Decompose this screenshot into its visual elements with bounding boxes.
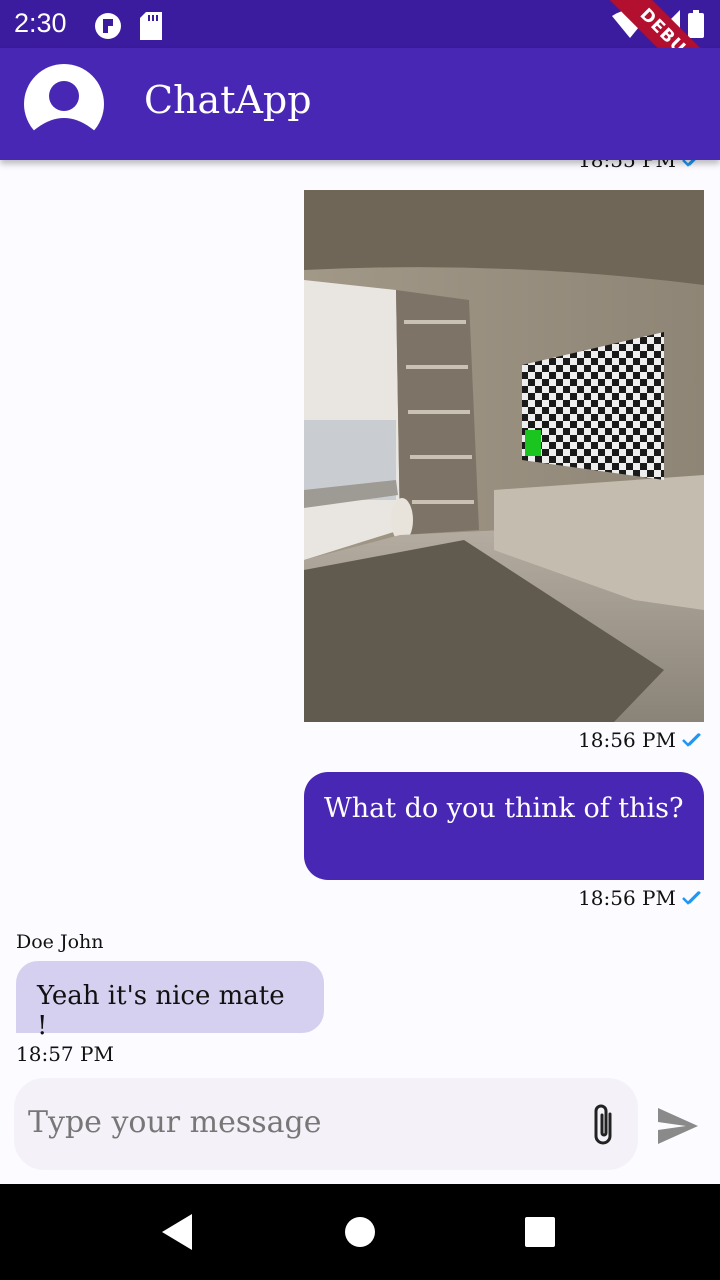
app-title: ChatApp bbox=[144, 78, 312, 122]
double-check-icon bbox=[682, 733, 701, 747]
paperclip-icon bbox=[594, 1104, 612, 1145]
message-time: 18:57 PM bbox=[16, 1042, 114, 1066]
recents-icon bbox=[525, 1217, 555, 1247]
message-text: What do you think of this? bbox=[324, 793, 684, 824]
avatar[interactable] bbox=[24, 64, 104, 144]
message-meta: 18:56 PM bbox=[578, 728, 702, 752]
attach-button[interactable] bbox=[588, 1102, 620, 1152]
status-bar: 2:30 DEBUG bbox=[0, 0, 720, 119]
back-icon bbox=[162, 1214, 192, 1250]
account-icon bbox=[24, 64, 104, 144]
image-message[interactable] bbox=[304, 190, 704, 722]
message-meta: 18:56 PM bbox=[578, 886, 702, 910]
home-icon bbox=[345, 1217, 375, 1247]
send-icon bbox=[658, 1108, 698, 1144]
message-composer bbox=[14, 1078, 638, 1170]
sd-card-icon bbox=[140, 12, 162, 44]
double-check-icon bbox=[682, 891, 701, 905]
back-button[interactable] bbox=[162, 1214, 194, 1254]
outgoing-message[interactable]: What do you think of this? bbox=[304, 772, 704, 880]
recents-button[interactable] bbox=[525, 1217, 555, 1251]
room-photo bbox=[304, 190, 704, 722]
status-time: 2:30 bbox=[14, 8, 67, 38]
double-check-icon bbox=[682, 160, 696, 167]
chat-list[interactable]: 18:55 PM 18:56 PM What do you think of t… bbox=[0, 160, 720, 1075]
message-input[interactable] bbox=[28, 1100, 548, 1144]
notification-icon bbox=[94, 12, 122, 44]
home-button[interactable] bbox=[345, 1217, 375, 1251]
message-text: Yeah it's nice mate ! bbox=[37, 981, 285, 1041]
message-meta: 18:55 PM bbox=[578, 160, 702, 172]
message-time: 18:56 PM bbox=[578, 728, 676, 752]
send-button[interactable] bbox=[656, 1106, 700, 1150]
system-nav-bar bbox=[0, 1184, 720, 1280]
incoming-message[interactable]: Yeah it's nice mate ! bbox=[16, 961, 324, 1041]
sender-name: Doe John bbox=[16, 931, 104, 953]
message-time: 18:56 PM bbox=[578, 886, 676, 910]
message-time: 18:55 PM bbox=[578, 160, 676, 172]
app-bar: ChatApp bbox=[0, 48, 720, 160]
